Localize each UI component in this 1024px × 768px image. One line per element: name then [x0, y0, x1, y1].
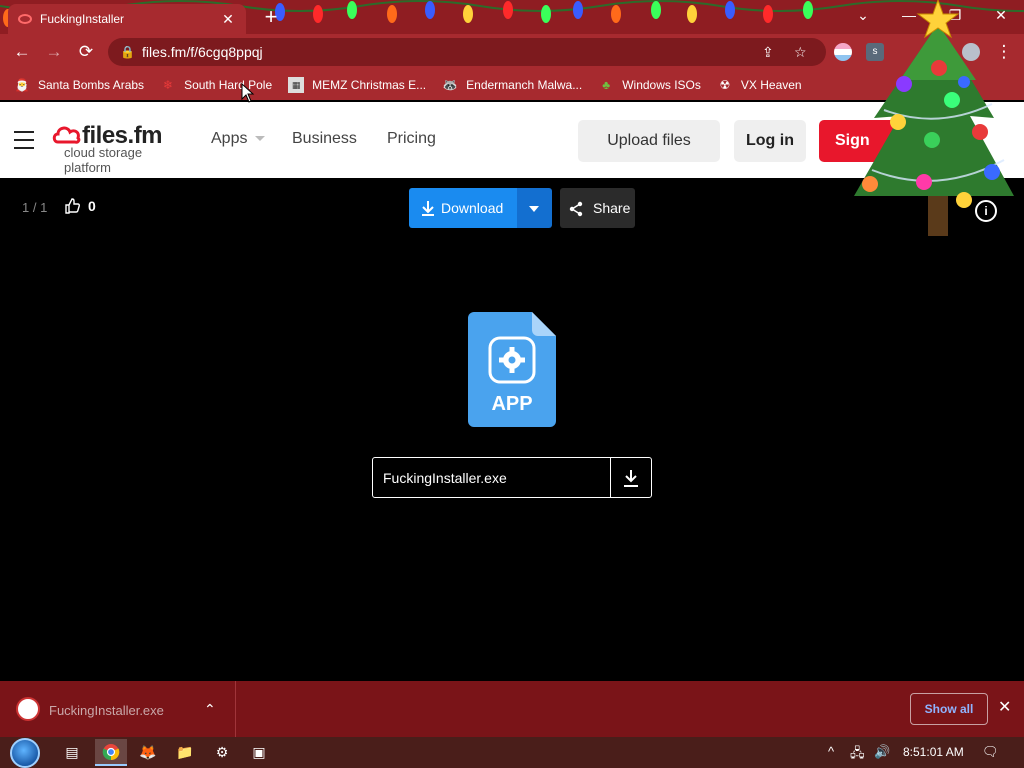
reload-icon[interactable]: ⟳ — [74, 40, 98, 64]
lock-icon: 🔒 — [120, 45, 135, 59]
firefox-taskbar-icon[interactable]: 🦊 — [132, 739, 164, 766]
bookmark-label: Windows ISOs — [622, 78, 701, 92]
download-button[interactable]: Download — [409, 188, 517, 228]
tray-chevron-icon[interactable]: ^ — [828, 744, 834, 759]
notifications-icon[interactable]: 🗨 — [982, 744, 999, 760]
files-fm-favicon-icon — [18, 14, 32, 24]
file-counter: 1 / 1 — [22, 200, 48, 215]
nav-business[interactable]: Business — [292, 130, 357, 148]
like-button[interactable]: 0 — [64, 198, 96, 214]
download-label: Download — [441, 200, 504, 216]
download-icon — [422, 201, 434, 216]
santa-icon: 🎅 — [14, 78, 30, 92]
volume-icon[interactable]: 🔊 — [874, 744, 890, 760]
file-viewer: 1 / 1 0 Download Share i APP FuckingInst… — [0, 178, 1024, 681]
screen: { "browser": { "tab_title": "FuckingInst… — [0, 0, 1024, 768]
raccoon-icon: 🦝 — [442, 78, 458, 92]
hamburger-menu-icon[interactable] — [14, 131, 34, 149]
nav-pricing[interactable]: Pricing — [387, 130, 436, 148]
logo-tagline: cloud storage platform — [64, 145, 143, 175]
network-icon[interactable]: 🖧 — [850, 744, 865, 766]
bookmark-label: VX Heaven — [740, 78, 802, 92]
forward-arrow-icon[interactable]: → — [42, 40, 66, 64]
bookmark-item[interactable]: 🦝 Endermanch Malwa... — [442, 77, 583, 93]
bookmark-item[interactable]: ♣ Windows ISOs — [598, 77, 701, 93]
windows-taskbar: ▤ 🦊 📁 ⚙ ▣ ^ 🖧 🔊 8:51:01 AM 🗨 — [0, 737, 1024, 768]
tab-title: FuckingInstaller — [40, 12, 125, 26]
thumbs-up-icon — [65, 198, 80, 214]
download-shelf: FuckingInstaller.exe ⌃ Show all ✕ — [0, 681, 1024, 737]
terminal-taskbar-icon[interactable]: ▣ — [243, 739, 275, 766]
like-count: 0 — [88, 198, 96, 214]
caret-down-icon — [255, 136, 266, 142]
address-bar[interactable]: 🔒 files.fm/f/6cgq8ppqj ⇪ ☆ — [108, 38, 826, 66]
bookmark-item[interactable]: 🎅 Santa Bombs Arabs — [14, 77, 145, 93]
nav-apps-label: Apps — [211, 130, 248, 147]
bookmark-label: Endermanch Malwa... — [466, 78, 583, 92]
bookmark-item[interactable]: ▦ MEMZ Christmas E... — [288, 77, 426, 93]
new-tab-button[interactable]: + — [258, 4, 284, 30]
login-button[interactable]: Log in — [734, 120, 806, 162]
app-taskbar-icon[interactable]: ⚙ — [206, 739, 238, 766]
show-all-button[interactable]: Show all — [910, 693, 988, 725]
download-item[interactable]: FuckingInstaller.exe ⌃ — [0, 681, 236, 737]
clock[interactable]: 8:51:01 AM — [903, 745, 964, 759]
caret-down-icon — [529, 206, 539, 212]
file-name-box: FuckingInstaller.exe — [372, 457, 652, 498]
bookmark-label: MEMZ Christmas E... — [312, 78, 427, 92]
christmas-tree-decoration — [854, 0, 1014, 236]
url-text: files.fm/f/6cgq8ppqj — [142, 44, 263, 60]
app-file-icon: APP — [468, 312, 556, 427]
start-button[interactable] — [10, 738, 40, 768]
bookmark-label: South Hard Pole — [184, 78, 273, 92]
download-icon — [624, 470, 638, 487]
file-download-button[interactable] — [610, 458, 651, 497]
share-page-icon[interactable]: ⇪ — [762, 38, 774, 66]
bookmark-label: Santa Bombs Arabs — [38, 78, 145, 92]
download-options-dropdown[interactable] — [517, 188, 552, 228]
download-file-name: FuckingInstaller.exe — [49, 703, 164, 718]
task-view-icon[interactable]: ▤ — [56, 739, 88, 766]
chevron-up-icon[interactable]: ⌃ — [204, 701, 216, 718]
mouse-cursor-icon — [241, 83, 255, 103]
file-type-label: APP — [491, 393, 532, 415]
close-shelf-icon[interactable]: ✕ — [998, 697, 1011, 717]
bookmark-item[interactable]: ☢ VX Heaven — [717, 77, 802, 93]
browser-tab[interactable]: FuckingInstaller ✕ — [8, 4, 246, 34]
tab-close-icon[interactable]: ✕ — [220, 11, 236, 28]
chrome-taskbar-icon[interactable] — [95, 739, 127, 766]
snowflake-icon: ❄ — [163, 78, 174, 92]
share-label: Share — [593, 200, 631, 216]
tree-icon: ♣ — [602, 78, 611, 92]
upload-files-button[interactable]: Upload files — [578, 120, 720, 162]
file-explorer-icon[interactable]: 📁 — [169, 739, 201, 766]
vx-icon: ☢ — [719, 78, 731, 92]
files-fm-logo[interactable]: files.fm cloud storage platform — [52, 122, 192, 175]
bookmark-item[interactable]: ❄ South Hard Pole — [160, 77, 272, 93]
bookmark-star-icon[interactable]: ☆ — [794, 38, 807, 66]
nav-apps[interactable]: Apps — [211, 130, 266, 148]
share-icon — [569, 201, 583, 217]
memz-icon: ▦ — [288, 77, 305, 93]
share-button[interactable]: Share — [560, 188, 635, 228]
back-arrow-icon[interactable]: ← — [10, 40, 34, 64]
file-name: FuckingInstaller.exe — [383, 470, 507, 486]
installer-file-icon — [16, 697, 40, 721]
cloud-logo-icon — [52, 126, 81, 144]
